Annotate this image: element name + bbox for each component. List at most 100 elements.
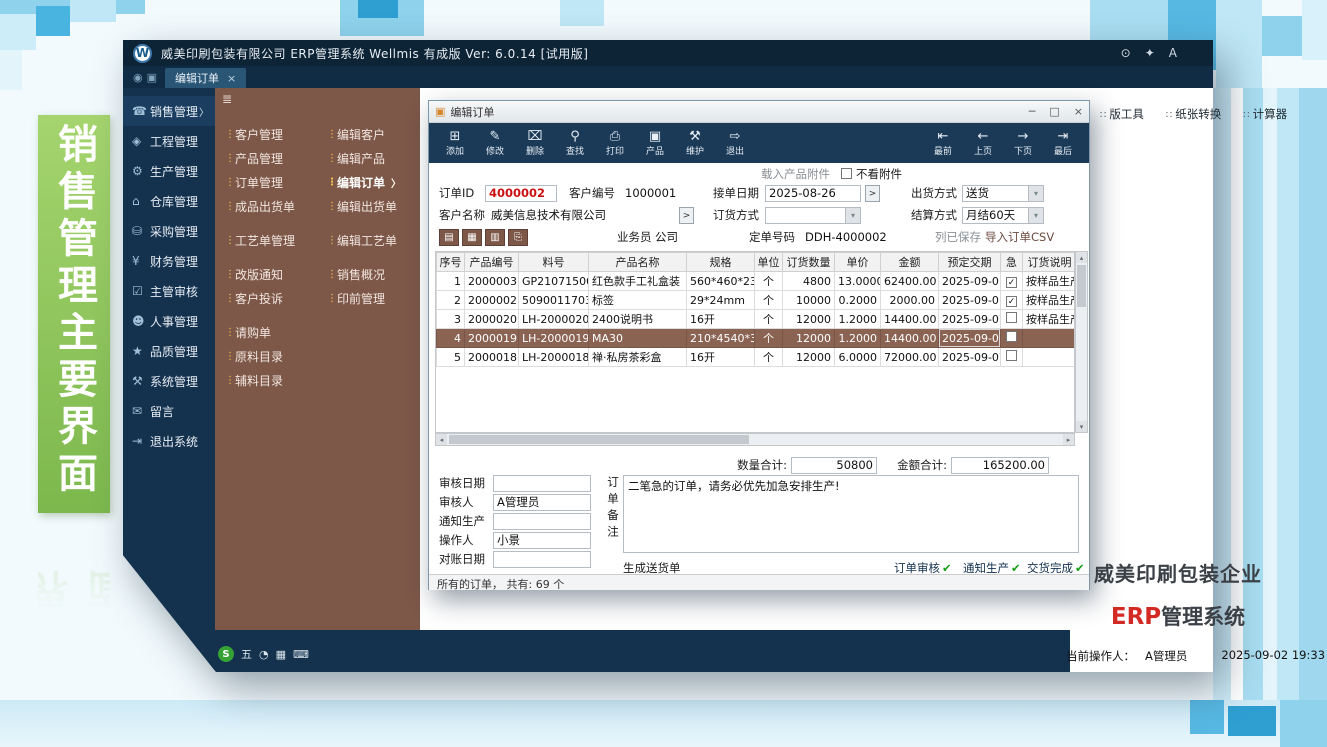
- table-cell[interactable]: 2400说明书: [589, 310, 687, 329]
- review-date-field[interactable]: [493, 475, 591, 492]
- ime-wubi-icon[interactable]: 五: [241, 646, 252, 662]
- maintain-button[interactable]: ⚒维护: [675, 125, 715, 161]
- table-cell[interactable]: 红色款手工礼盒装: [589, 272, 687, 291]
- submenu-item-edit-customer[interactable]: ⋮编辑客户: [327, 122, 417, 146]
- col-spec[interactable]: 规格: [687, 253, 755, 272]
- sidebar-item-finance[interactable]: ¥ 财务管理: [123, 246, 215, 276]
- table-row[interactable]: 220000025090011703标签29*24mm个100000.20002…: [437, 291, 1076, 310]
- urgent-checkbox[interactable]: [1006, 312, 1017, 323]
- table-cell[interactable]: 3: [437, 310, 465, 329]
- submenu-item-purchase-request[interactable]: ⋮请购单: [225, 320, 323, 344]
- table-cell[interactable]: [1023, 348, 1076, 367]
- col-product-no[interactable]: 产品编号: [465, 253, 519, 272]
- table-cell[interactable]: 个: [755, 348, 783, 367]
- table-row[interactable]: 52000018LH-2000018禅·私房茶彩盒16开个120006.0000…: [437, 348, 1076, 367]
- submenu-item-product-mgmt[interactable]: ⋮产品管理: [225, 146, 323, 170]
- sidebar-item-system[interactable]: ⚒ 系统管理: [123, 366, 215, 396]
- customer-no-field[interactable]: 1000001: [625, 185, 676, 202]
- table-cell[interactable]: 2000020: [465, 310, 519, 329]
- chevron-down-icon[interactable]: ▾: [1028, 186, 1043, 201]
- sidebar-item-purchasing[interactable]: ⛁ 采购管理: [123, 216, 215, 246]
- vertical-scrollbar[interactable]: ▴ ▾: [1075, 251, 1088, 433]
- table-cell[interactable]: 2025-09-07: [939, 310, 1001, 329]
- ship-method-select[interactable]: 送货▾: [962, 185, 1044, 202]
- search-button[interactable]: ⚲查找: [555, 125, 595, 161]
- submenu-item-edit-craft-sheet[interactable]: ⋮编辑工艺单: [327, 228, 417, 252]
- urgent-cell[interactable]: [1001, 310, 1023, 329]
- col-price[interactable]: 单价: [835, 253, 881, 272]
- last-record-button[interactable]: ⇥最后: [1043, 125, 1083, 161]
- customer-lookup-button[interactable]: >: [679, 207, 694, 224]
- urgent-checkbox[interactable]: ✓: [1006, 296, 1017, 307]
- table-row[interactable]: 32000020LH-20000202400说明书16开个120001.2000…: [437, 310, 1076, 329]
- dialog-titlebar[interactable]: ▣ 编辑订单 ─ □ ×: [429, 101, 1089, 123]
- sidebar-item-exit[interactable]: ⇥ 退出系统: [123, 426, 215, 456]
- col-material-no[interactable]: 料号: [519, 253, 589, 272]
- ime-board-icon[interactable]: ▦: [276, 648, 286, 661]
- scroll-thumb[interactable]: [1077, 265, 1086, 307]
- table-cell[interactable]: 4: [437, 329, 465, 348]
- notify-production-field[interactable]: [493, 513, 591, 530]
- urgent-cell[interactable]: ✓: [1001, 272, 1023, 291]
- checkbox-icon[interactable]: [841, 168, 852, 179]
- first-record-button[interactable]: ⇤最前: [923, 125, 963, 161]
- scroll-thumb[interactable]: [449, 435, 749, 444]
- table-cell[interactable]: 2000003: [465, 272, 519, 291]
- sidebar-item-warehouse[interactable]: ⌂ 仓库管理: [123, 186, 215, 216]
- info-icon[interactable]: ⊙: [1121, 46, 1131, 60]
- sidebar-item-audit[interactable]: ☑ 主管审核: [123, 276, 215, 306]
- chevron-down-icon[interactable]: ▾: [845, 208, 860, 223]
- submenu-item-craft-sheet-mgmt[interactable]: ⋮工艺单管理: [225, 228, 323, 252]
- scroll-up-icon[interactable]: ▴: [1076, 252, 1087, 263]
- table-cell[interactable]: 个: [755, 272, 783, 291]
- tab-edit-order[interactable]: 编辑订单 ×: [165, 68, 246, 88]
- table-cell[interactable]: 29*24mm: [687, 291, 755, 310]
- submenu-item-edit-order[interactable]: ⋮编辑订单〉: [327, 170, 417, 194]
- urgent-checkbox[interactable]: ✓: [1006, 277, 1017, 288]
- table-cell[interactable]: 个: [755, 291, 783, 310]
- table-cell[interactable]: 个: [755, 310, 783, 329]
- col-qty[interactable]: 订货数量: [783, 253, 835, 272]
- add-button[interactable]: ⊞添加: [435, 125, 475, 161]
- table-cell[interactable]: 2000.00: [881, 291, 939, 310]
- table-cell[interactable]: 14400.00: [881, 310, 939, 329]
- home-icon[interactable]: ◉: [133, 71, 143, 84]
- ime-logo-icon[interactable]: S: [218, 646, 234, 662]
- submenu-item-edit-shipment[interactable]: ⋮编辑出货单: [327, 194, 417, 218]
- table-cell[interactable]: 6.0000: [835, 348, 881, 367]
- table-cell[interactable]: 2025-09-07: [939, 329, 1001, 348]
- table-cell[interactable]: 10000: [783, 291, 835, 310]
- ime-keyboard-icon[interactable]: ⌨: [293, 648, 309, 661]
- table-row[interactable]: 12000003GP21071500红色款手工礼盒装560*460*230个48…: [437, 272, 1076, 291]
- tab-close-icon[interactable]: ×: [227, 72, 236, 85]
- submenu-item-prepress-mgmt[interactable]: ⋮印前管理: [327, 286, 417, 310]
- scroll-down-icon[interactable]: ▾: [1076, 421, 1087, 432]
- table-cell[interactable]: 13.0000: [835, 272, 881, 291]
- table-cell[interactable]: 2000002: [465, 291, 519, 310]
- table-cell[interactable]: 2000019: [465, 329, 519, 348]
- col-urgent[interactable]: 急: [1001, 253, 1023, 272]
- urgent-cell[interactable]: ✓: [1001, 291, 1023, 310]
- submenu-item-customer-mgmt[interactable]: ⋮客户管理: [225, 122, 323, 146]
- order-id-field[interactable]: 4000002: [485, 185, 557, 202]
- table-cell[interactable]: 12000: [783, 348, 835, 367]
- col-amount[interactable]: 金额: [881, 253, 939, 272]
- maximize-button[interactable]: □: [1049, 105, 1059, 118]
- table-cell[interactable]: 1.2000: [835, 329, 881, 348]
- table-cell[interactable]: 16开: [687, 348, 755, 367]
- urgent-checkbox[interactable]: [1006, 350, 1017, 361]
- table-cell[interactable]: 按样品生产: [1023, 310, 1076, 329]
- table-cell[interactable]: 2000018: [465, 348, 519, 367]
- table-cell[interactable]: 62400.00: [881, 272, 939, 291]
- table-cell[interactable]: 12000: [783, 329, 835, 348]
- table-cell[interactable]: GP21071500: [519, 272, 589, 291]
- theme-icon[interactable]: ✦: [1145, 46, 1155, 60]
- table-cell[interactable]: 按样品生产: [1023, 272, 1076, 291]
- table-cell[interactable]: 0.2000: [835, 291, 881, 310]
- submenu-item-edit-product[interactable]: ⋮编辑产品: [327, 146, 417, 170]
- table-cell[interactable]: LH-2000018: [519, 348, 589, 367]
- table-cell[interactable]: 4800: [783, 272, 835, 291]
- reviewer-field[interactable]: A管理员: [493, 494, 591, 511]
- import-csv-link[interactable]: 导入订单CSV: [985, 229, 1054, 245]
- submenu-item-aux-material-catalog[interactable]: ⋮辅料目录: [225, 368, 323, 392]
